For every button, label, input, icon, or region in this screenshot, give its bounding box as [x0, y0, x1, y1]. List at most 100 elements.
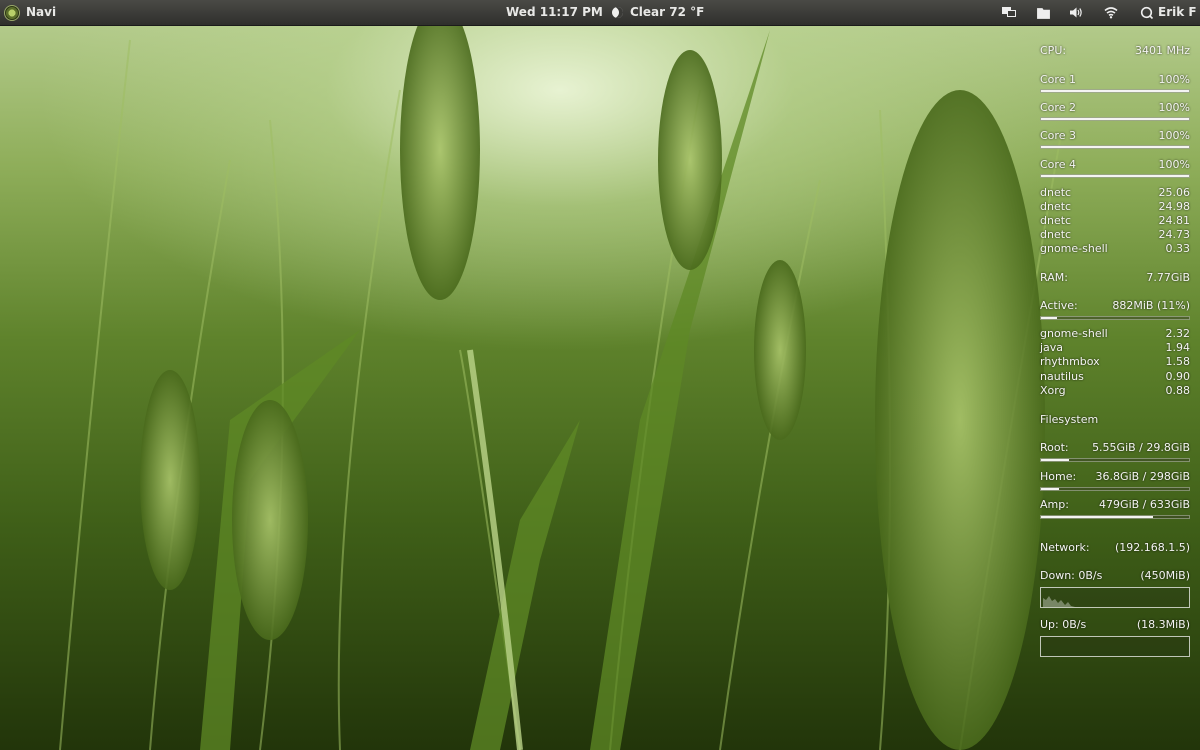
cpu-header: CPU: 3401 MHz	[1040, 44, 1190, 58]
display-indicator[interactable]	[1002, 0, 1016, 25]
mount-bar	[1040, 515, 1190, 519]
process-value: 1.58	[1165, 355, 1191, 368]
upload-graph	[1040, 636, 1190, 657]
upload-total: (18.3MiB)	[1136, 618, 1190, 631]
mount-label: Amp:	[1040, 498, 1069, 511]
process-name: dnetc	[1040, 186, 1072, 199]
process-name: dnetc	[1040, 228, 1072, 241]
filesystem-header: Filesystem	[1040, 413, 1190, 427]
download-graph	[1040, 587, 1190, 608]
mount-bar	[1040, 487, 1190, 491]
ram-active-row: Active: 882MiB (11%)	[1040, 299, 1190, 313]
ram-active-label: Active:	[1040, 299, 1078, 312]
process-value: 0.33	[1165, 242, 1191, 255]
ram-process-row: rhythmbox 1.58	[1040, 355, 1190, 369]
mount-row: Root: 5.55GiB / 29.8GiB	[1040, 441, 1190, 455]
cpu-process-row: dnetc 24.98	[1040, 200, 1190, 214]
ram-label: RAM:	[1040, 271, 1068, 284]
download-rate: Down: 0B/s	[1040, 569, 1103, 582]
process-value: 1.94	[1165, 341, 1191, 354]
mount-usage: 5.55GiB / 29.8GiB	[1092, 441, 1190, 454]
weather-label: Clear 72 °F	[630, 5, 705, 19]
process-value: 24.98	[1158, 200, 1191, 213]
core-bar-fill	[1041, 118, 1189, 120]
mount-usage: 36.8GiB / 298GiB	[1095, 470, 1190, 483]
cpu-process-row: dnetc 24.81	[1040, 214, 1190, 228]
process-name: dnetc	[1040, 214, 1072, 227]
core-bar-fill	[1041, 146, 1189, 148]
upload-rate: Up: 0B/s	[1040, 618, 1087, 631]
upload-row: Up: 0B/s (18.3MiB)	[1040, 618, 1190, 632]
process-name: nautilus	[1040, 370, 1084, 383]
mount-bar	[1040, 458, 1190, 462]
mount-bar-fill	[1041, 459, 1070, 461]
filesystem-title: Filesystem	[1040, 413, 1099, 426]
clock-label: Wed 11:17 PM	[506, 5, 603, 19]
cpu-process-row: dnetc 25.06	[1040, 186, 1190, 200]
ram-bar-fill	[1041, 317, 1058, 319]
core-bar-fill	[1041, 90, 1189, 92]
core-bar-fill	[1041, 175, 1189, 177]
cpu-frequency: 3401 MHz	[1134, 44, 1190, 57]
core-bar	[1040, 117, 1190, 121]
core-label: Core 4	[1040, 158, 1076, 171]
core-value: 100%	[1158, 129, 1190, 142]
ram-process-row: gnome-shell 2.32	[1040, 327, 1190, 341]
user-name: Erik F	[1158, 5, 1197, 19]
core-value: 100%	[1158, 101, 1190, 114]
volume-indicator[interactable]	[1069, 0, 1083, 25]
distro-logo-icon	[4, 4, 20, 21]
folder-icon	[1037, 7, 1050, 19]
core-label: Core 2	[1040, 101, 1076, 114]
core-row: Core 4 100%	[1040, 158, 1190, 172]
mount-row: Amp: 479GiB / 633GiB	[1040, 498, 1190, 512]
core-value: 100%	[1158, 158, 1190, 171]
top-panel: Navi Wed 11:17 PM Clear 72 °F Erik F	[0, 0, 1200, 26]
desktop-wallpaper	[59, 0, 1061, 750]
process-value: 0.90	[1165, 370, 1191, 383]
app-menu[interactable]: Navi	[4, 0, 56, 25]
process-value: 24.81	[1158, 214, 1191, 227]
process-value: 24.73	[1158, 228, 1191, 241]
core-label: Core 3	[1040, 129, 1076, 142]
process-name: rhythmbox	[1040, 355, 1100, 368]
ram-process-row: nautilus 0.90	[1040, 370, 1190, 384]
cpu-label: CPU:	[1040, 44, 1067, 57]
moon-icon	[612, 7, 623, 18]
network-header: Network: (192.168.1.5)	[1040, 541, 1190, 555]
core-bar	[1040, 145, 1190, 149]
core-row: Core 2 100%	[1040, 101, 1190, 115]
mount-label: Home:	[1040, 470, 1077, 483]
process-value: 0.88	[1165, 384, 1191, 397]
ram-header: RAM: 7.77GiB	[1040, 271, 1190, 285]
mount-row: Home: 36.8GiB / 298GiB	[1040, 470, 1190, 484]
cpu-process-row: dnetc 24.73	[1040, 228, 1190, 242]
cpu-process-row: gnome-shell 0.33	[1040, 242, 1190, 256]
clock[interactable]: Wed 11:17 PM	[506, 0, 603, 25]
core-bar	[1040, 174, 1190, 178]
network-indicator[interactable]	[1104, 0, 1118, 25]
ram-active-value: 882MiB (11%)	[1112, 299, 1190, 312]
ram-process-row: Xorg 0.88	[1040, 384, 1190, 398]
mount-usage: 479GiB / 633GiB	[1099, 498, 1190, 511]
process-name: Xorg	[1040, 384, 1066, 397]
core-bar	[1040, 89, 1190, 93]
wifi-icon	[1104, 7, 1118, 19]
mount-label: Root:	[1040, 441, 1069, 454]
network-label: Network:	[1040, 541, 1090, 554]
display-icon	[1002, 7, 1016, 17]
core-value: 100%	[1158, 73, 1190, 86]
process-name: java	[1040, 341, 1064, 354]
ram-bar	[1040, 316, 1190, 320]
app-menu-label: Navi	[26, 5, 57, 19]
process-value: 25.06	[1158, 186, 1191, 199]
user-menu[interactable]: Erik F	[1140, 0, 1197, 25]
ram-total: 7.77GiB	[1146, 271, 1190, 284]
files-indicator[interactable]	[1036, 0, 1051, 25]
core-row: Core 1 100%	[1040, 73, 1190, 87]
download-graph-trace	[1043, 596, 1075, 607]
weather-indicator[interactable]: Clear 72 °F	[612, 0, 704, 25]
network-ip: (192.168.1.5)	[1114, 541, 1190, 554]
download-row: Down: 0B/s (450MiB)	[1040, 569, 1190, 583]
process-value: 2.32	[1165, 327, 1191, 340]
